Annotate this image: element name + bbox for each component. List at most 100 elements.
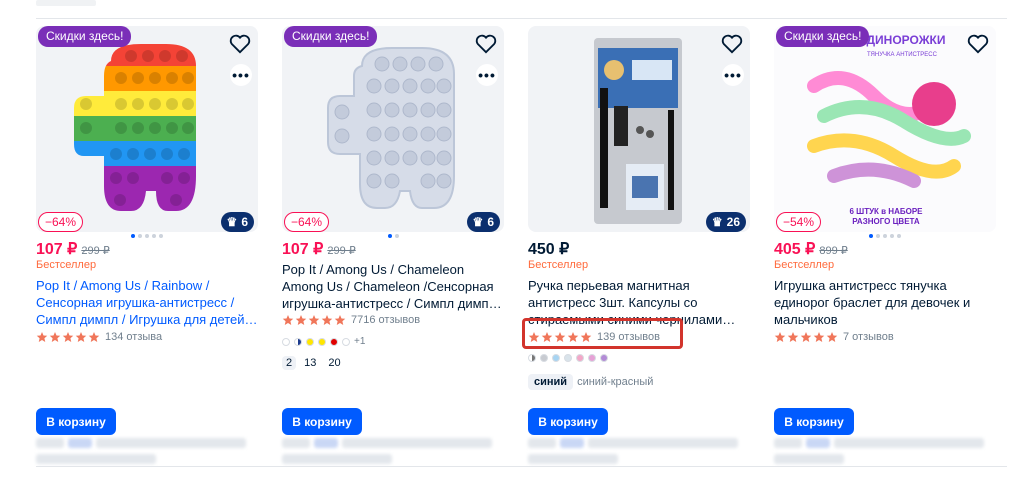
blurred-text [314,438,338,448]
crown-badge: ♛ 6 [220,212,254,232]
promo-badge[interactable]: Скидки здесь! [38,26,132,47]
variant-chips[interactable]: синий синий-красный [528,374,653,390]
unicorn-stretch-image: ЕДИНОРОЖКИ ТЯНУЧКА АНТИСТРЕСС 6 ШТУК в Н… [774,26,996,232]
color-swatch[interactable] [588,354,596,362]
image-text: РАЗНОГО ЦВЕТА [852,217,920,226]
product-grid-page: Скидки здесь! ••• −64% ♛ 6 107 ₽299 ₽ Бес… [0,0,1024,479]
old-price: 899 ₽ [819,245,848,257]
blurred-text [806,438,830,448]
crown-badge: ♛ 6 [466,212,500,232]
reviews-count: 134 отзыва [105,331,163,343]
reviews-count: 7 отзывов [843,331,894,343]
color-swatch[interactable] [342,337,350,346]
add-to-cart-button[interactable]: В корзину [282,408,362,435]
more-options-icon[interactable]: ••• [722,64,744,86]
blurred-text [834,438,984,448]
image-carousel-dots[interactable] [774,234,996,238]
color-swatches[interactable] [528,354,608,362]
old-price: 299 ₽ [81,245,110,257]
image-text: 6 ШТУК в НАБОРЕ [849,207,923,216]
color-swatch[interactable] [528,354,536,362]
blurred-text [560,438,584,448]
reviews-count: 7716 отзывов [351,314,421,326]
image-carousel-dots[interactable] [282,234,504,238]
color-swatch[interactable] [564,354,572,362]
current-price: 107 ₽ [36,241,78,258]
favorite-heart-icon[interactable] [964,30,992,58]
more-options-icon[interactable]: ••• [230,64,252,86]
crown-badge: ♛ 26 [705,212,746,232]
image-text: ЕДИНОРОЖКИ [859,33,946,47]
crown-count: 6 [241,215,248,229]
product-image-2[interactable] [282,26,504,232]
product-title-link[interactable]: Игрушка антистресс тянучка единорог брас… [774,277,996,329]
add-to-cart-button[interactable]: В корзину [36,408,116,435]
product-title-link[interactable]: Pop It / Among Us / Chameleon Among Us /… [282,261,504,313]
color-swatches[interactable]: +1 [282,336,365,347]
star-rating-icons [36,331,100,343]
promo-badge[interactable]: Скидки здесь! [284,26,378,47]
rating-highlight-box [522,318,683,349]
more-options-icon[interactable]: ••• [476,64,498,86]
color-swatch[interactable] [294,337,302,346]
blurred-text [282,438,310,448]
image-carousel-dots[interactable] [36,234,258,238]
add-to-cart-button[interactable]: В корзину [774,408,854,435]
bestseller-tag: Бестселлер [528,259,589,271]
product-image-3[interactable] [528,26,750,232]
blurred-text [282,454,392,464]
color-swatch[interactable] [540,354,548,362]
crown-icon: ♛ [472,215,484,229]
bestseller-tag: Бестселлер [774,259,835,271]
color-swatch[interactable] [318,337,326,346]
color-swatch[interactable] [552,354,560,362]
add-to-cart-button[interactable]: В корзину [528,408,608,435]
color-swatch[interactable] [306,337,314,346]
favorite-heart-icon[interactable] [226,30,254,58]
bestseller-tag: Бестселлер [36,259,97,271]
star-rating-icons [774,331,838,343]
rainbow-popit-image [74,44,196,211]
color-swatch[interactable] [600,354,608,362]
size-option[interactable]: 2 [282,356,297,370]
rating-row[interactable]: 134 отзыва [36,331,162,343]
discount-badge: −54% [776,212,822,232]
discount-badge: −64% [284,212,330,232]
color-swatch[interactable] [330,337,338,346]
favorite-heart-icon[interactable] [472,30,500,58]
product-card-1[interactable]: Скидки здесь! ••• −64% ♛ 6 107 ₽299 ₽ Бес… [36,26,258,466]
blurred-header-text [36,0,96,6]
product-card-3[interactable]: ••• ♛ 26 450 ₽ Бестселлер Ручка перьевая … [528,26,750,466]
price: 405 ₽899 ₽ [774,239,848,259]
favorite-heart-icon[interactable] [718,30,746,58]
price: 107 ₽299 ₽ [282,239,356,259]
old-price: 299 ₽ [327,245,356,257]
rating-row[interactable]: 7716 отзывов [282,314,420,326]
more-colors[interactable]: +1 [354,336,365,347]
promo-badge[interactable]: Скидки здесь! [776,26,870,47]
discount-badge: −64% [38,212,84,232]
blurred-text [528,454,618,464]
color-swatch[interactable] [282,337,290,346]
size-option[interactable]: 20 [324,356,344,370]
blurred-text [774,454,844,464]
blurred-text [588,438,738,448]
product-card-2[interactable]: Скидки здесь! ••• −64% ♛ 6 107 ₽299 ₽ Pop… [282,26,504,466]
variant-chip-selected[interactable]: синий [528,374,574,390]
blurred-text [36,438,64,448]
product-image-1[interactable] [36,26,258,232]
price: 107 ₽299 ₽ [36,239,110,259]
product-title-link[interactable]: Pop It / Among Us / Rainbow / Сенсорная … [36,277,258,329]
product-image-4[interactable]: ЕДИНОРОЖКИ ТЯНУЧКА АНТИСТРЕСС 6 ШТУК в Н… [774,26,996,232]
rating-row[interactable]: 7 отзывов [774,331,894,343]
blurred-text [68,438,92,448]
crown-icon: ♛ [226,215,238,229]
crown-icon: ♛ [711,215,723,229]
size-option[interactable]: 13 [300,356,320,370]
magnetic-pen-image [594,38,682,224]
white-popit-image [327,47,455,209]
size-options[interactable]: 2 13 20 [282,356,345,370]
color-swatch[interactable] [576,354,584,362]
variant-chip[interactable]: синий-красный [577,376,653,388]
product-card-4[interactable]: ЕДИНОРОЖКИ ТЯНУЧКА АНТИСТРЕСС 6 ШТУК в Н… [774,26,996,466]
